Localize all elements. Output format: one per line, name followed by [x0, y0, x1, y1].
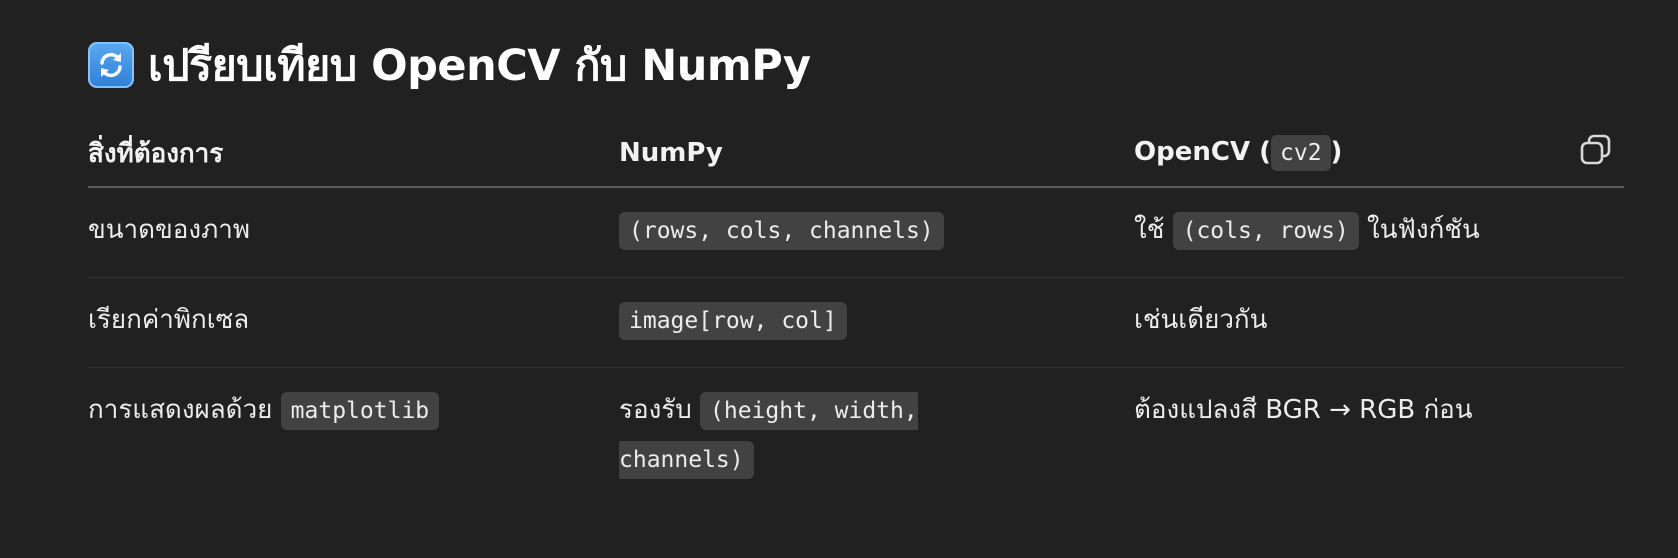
cell-numpy-code: image[row, col] [619, 301, 847, 340]
cell-opencv-suffix: ในฟังก์ชัน [1358, 215, 1480, 245]
cell-opencv: ต้องแปลงสี BGR → RGB ก่อน [1134, 367, 1624, 491]
cell-need: การแสดงผลด้วย matplotlib [88, 367, 619, 491]
cell-need: ขนาดของภาพ [88, 187, 619, 278]
header-need: สิ่งที่ต้องการ [88, 120, 619, 188]
header-opencv-code: cv2 [1271, 135, 1331, 171]
cell-need-prefix: การแสดงผลด้วย [88, 394, 281, 425]
copy-icon [1580, 134, 1611, 165]
comparison-table: สิ่งที่ต้องการ NumPy OpenCV (cv2) ขนาดขอ… [88, 120, 1624, 491]
cell-numpy: (rows, cols, channels) [619, 187, 1134, 278]
header-opencv: OpenCV (cv2) [1134, 120, 1624, 188]
header-need-label: สิ่งที่ต้องการ [88, 138, 224, 169]
cell-numpy: รองรับ (height, width, channels) [619, 367, 1134, 491]
header-numpy-label: NumPy [619, 138, 723, 168]
header-numpy: NumPy [619, 120, 1134, 188]
cell-opencv: เช่นเดียวกัน [1134, 277, 1624, 368]
header-opencv-suffix: ) [1330, 137, 1343, 167]
cell-need-code: matplotlib [280, 391, 440, 430]
repeat-arrows-emoji-icon [88, 42, 134, 88]
cell-opencv-code: (cols, rows) [1172, 212, 1359, 250]
cell-need: เรียกค่าพิกเซล [88, 277, 619, 368]
cell-opencv-text: เช่นเดียวกัน [1134, 304, 1268, 335]
cell-opencv: ใช้ (cols, rows) ในฟังก์ชัน [1134, 187, 1624, 278]
cell-need-text: เรียกค่าพิกเซล [88, 304, 250, 335]
header-opencv-prefix: OpenCV ( [1134, 137, 1271, 167]
cell-numpy-prefix: รองรับ [619, 394, 701, 425]
cell-need-text: ขนาดของภาพ [88, 215, 250, 245]
table-header-row: สิ่งที่ต้องการ NumPy OpenCV (cv2) [88, 120, 1624, 188]
table-row: ขนาดของภาพ (rows, cols, channels) ใช้ (c… [88, 187, 1624, 278]
cell-opencv-text: ต้องแปลงสี BGR → RGB ก่อน [1134, 394, 1473, 425]
copy-table-button[interactable] [1578, 132, 1614, 168]
section-heading: เปรียบเทียบ OpenCV กับ NumPy [88, 34, 811, 96]
cell-numpy-code: (rows, cols, channels) [619, 212, 944, 250]
table-row: การแสดงผลด้วย matplotlib รองรับ (height,… [88, 367, 1624, 491]
cell-numpy: image[row, col] [619, 277, 1134, 368]
section-title: เปรียบเทียบ OpenCV กับ NumPy [148, 41, 811, 91]
cell-opencv-prefix: ใช้ [1134, 215, 1173, 245]
table-row: เรียกค่าพิกเซล image[row, col] เช่นเดียว… [88, 277, 1624, 368]
